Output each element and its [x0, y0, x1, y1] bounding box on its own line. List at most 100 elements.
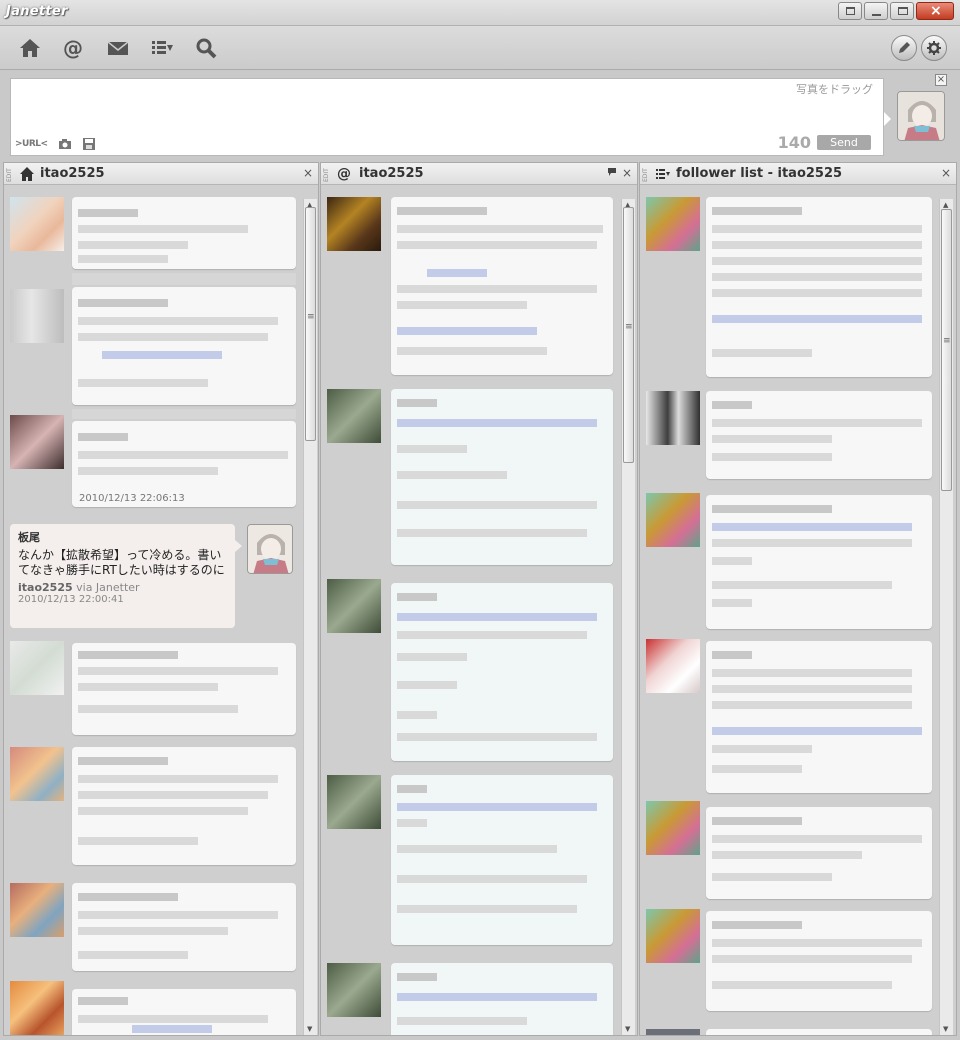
tweet-bubble[interactable] — [706, 391, 932, 479]
scroll-up-arrow[interactable]: ▲ — [943, 201, 948, 209]
column-title: itao2525 — [359, 166, 424, 181]
avatar[interactable] — [327, 963, 381, 1017]
avatar[interactable] — [646, 909, 700, 963]
scroll-thumb[interactable] — [941, 209, 952, 491]
pencil-icon — [899, 42, 910, 53]
column-edit-handle[interactable]: EDIT — [6, 166, 13, 182]
scroll-thumb[interactable] — [305, 207, 316, 441]
tweet-username[interactable]: itao2525 — [18, 581, 73, 594]
column-title: follower list - itao2525 — [676, 166, 843, 181]
tweet-bubble[interactable] — [391, 389, 613, 565]
restore-button[interactable] — [838, 2, 862, 20]
column-header: EDIT @ itao2525 × — [321, 163, 637, 185]
avatar-image — [898, 92, 944, 140]
avatar[interactable] — [646, 639, 700, 693]
avatar[interactable] — [10, 289, 64, 343]
own-tweet-bubble[interactable]: 板尾 なんか【拡散希望】って冷める。書いてなきゃ勝手にRTしたい時はするのに i… — [10, 524, 242, 628]
column-close-button[interactable]: × — [622, 166, 632, 180]
tweet-bubble[interactable] — [391, 583, 613, 761]
compose-close-button[interactable]: × — [935, 74, 947, 86]
tweet-timestamp[interactable]: 2010/12/13 22:00:41 — [18, 594, 227, 605]
tweet-author-name[interactable]: 板尾 — [18, 529, 227, 545]
minimize-button[interactable] — [864, 2, 888, 20]
tweet-timestamp: 2010/12/13 22:06:13 — [79, 493, 185, 504]
tweet-text: なんか【拡散希望】って冷める。書いてなきゃ勝手にRTしたい時はするのに — [18, 548, 225, 577]
tweet-bubble[interactable] — [391, 197, 613, 375]
own-avatar[interactable] — [247, 524, 293, 574]
tweet-bubble[interactable] — [72, 287, 296, 405]
column-close-button[interactable]: × — [941, 166, 951, 180]
avatar[interactable] — [646, 391, 700, 445]
avatar[interactable] — [327, 775, 381, 829]
tweet-bubble[interactable] — [72, 883, 296, 971]
avatar[interactable] — [327, 197, 381, 251]
edit-button[interactable] — [891, 35, 917, 61]
scroll-down-arrow[interactable]: ▼ — [625, 1025, 630, 1033]
tweet-bubble[interactable] — [706, 1029, 932, 1035]
tweet-bubble[interactable] — [72, 989, 296, 1035]
maximize-button[interactable] — [890, 2, 914, 20]
tweet-bubble[interactable] — [391, 775, 613, 945]
scroll-down-arrow[interactable]: ▼ — [307, 1025, 312, 1033]
scroll-down-arrow[interactable]: ▼ — [943, 1025, 948, 1033]
scroll-thumb[interactable] — [623, 207, 634, 463]
avatar[interactable] — [10, 981, 64, 1035]
column-close-button[interactable]: × — [303, 166, 313, 180]
tweet-bubble[interactable] — [391, 963, 613, 1035]
mentions-button[interactable]: @ — [60, 34, 88, 62]
tweet-bubble[interactable] — [72, 643, 296, 735]
lists-button[interactable] — [148, 34, 176, 62]
column-scrollbar[interactable]: ▲ ▼ — [303, 199, 317, 1035]
svg-text:@: @ — [63, 36, 83, 60]
url-shorten-button[interactable]: >URL< — [15, 139, 48, 149]
tweet-bubble[interactable] — [706, 911, 932, 1011]
home-button[interactable] — [16, 34, 44, 62]
at-icon: @ — [63, 36, 83, 60]
avatar[interactable] — [327, 389, 381, 443]
send-button[interactable]: Send — [817, 135, 871, 150]
avatar[interactable] — [646, 801, 700, 855]
maximize-icon — [898, 7, 908, 15]
photo-drop-hint: 写真をドラッグ — [796, 83, 873, 96]
gear-icon — [927, 41, 941, 55]
minimize-icon — [872, 14, 881, 16]
avatar[interactable] — [10, 197, 64, 251]
avatar[interactable] — [327, 579, 381, 633]
settings-button[interactable] — [921, 35, 947, 61]
tweet-bubble[interactable] — [706, 197, 932, 377]
tweet-bubble[interactable] — [72, 747, 296, 865]
tweet-bubble[interactable] — [706, 807, 932, 899]
avatar[interactable] — [10, 641, 64, 695]
tweet-bubble[interactable] — [706, 495, 932, 629]
search-button[interactable] — [192, 34, 220, 62]
conversation-icon[interactable] — [607, 166, 617, 180]
tweet-bubble[interactable] — [706, 641, 932, 793]
avatar-image — [248, 525, 292, 573]
search-icon — [196, 38, 217, 59]
at-icon: @ — [337, 166, 351, 182]
save-icon[interactable] — [82, 137, 96, 151]
column-edit-handle[interactable]: EDIT — [323, 166, 330, 182]
home-icon — [20, 39, 40, 57]
column-scrollbar[interactable]: ▲ ▼ — [621, 199, 635, 1035]
avatar[interactable] — [646, 1029, 700, 1035]
column-scrollbar[interactable]: ▲ ▼ — [939, 199, 953, 1035]
avatar[interactable] — [646, 493, 700, 547]
avatar[interactable] — [10, 415, 64, 469]
close-window-button[interactable]: × — [916, 2, 954, 20]
avatar[interactable] — [10, 883, 64, 937]
mentions-column: EDIT @ itao2525 × ▲ ▼ — [320, 162, 638, 1036]
camera-icon[interactable] — [58, 137, 72, 151]
list-icon — [654, 165, 672, 183]
tweet-compose-box[interactable]: 写真をドラッグ >URL< 140 Send — [10, 78, 884, 156]
my-avatar[interactable] — [897, 91, 945, 141]
avatar[interactable] — [646, 197, 700, 251]
mail-icon — [107, 41, 129, 55]
column-header: EDIT follower list - itao2525 × — [640, 163, 956, 185]
column-edit-handle[interactable]: EDIT — [642, 166, 649, 182]
messages-button[interactable] — [104, 34, 132, 62]
home-icon — [18, 165, 36, 183]
tweet-bubble[interactable] — [72, 197, 296, 269]
avatar[interactable] — [10, 747, 64, 801]
tweet-meta: itao2525 via Janetter — [18, 581, 227, 594]
